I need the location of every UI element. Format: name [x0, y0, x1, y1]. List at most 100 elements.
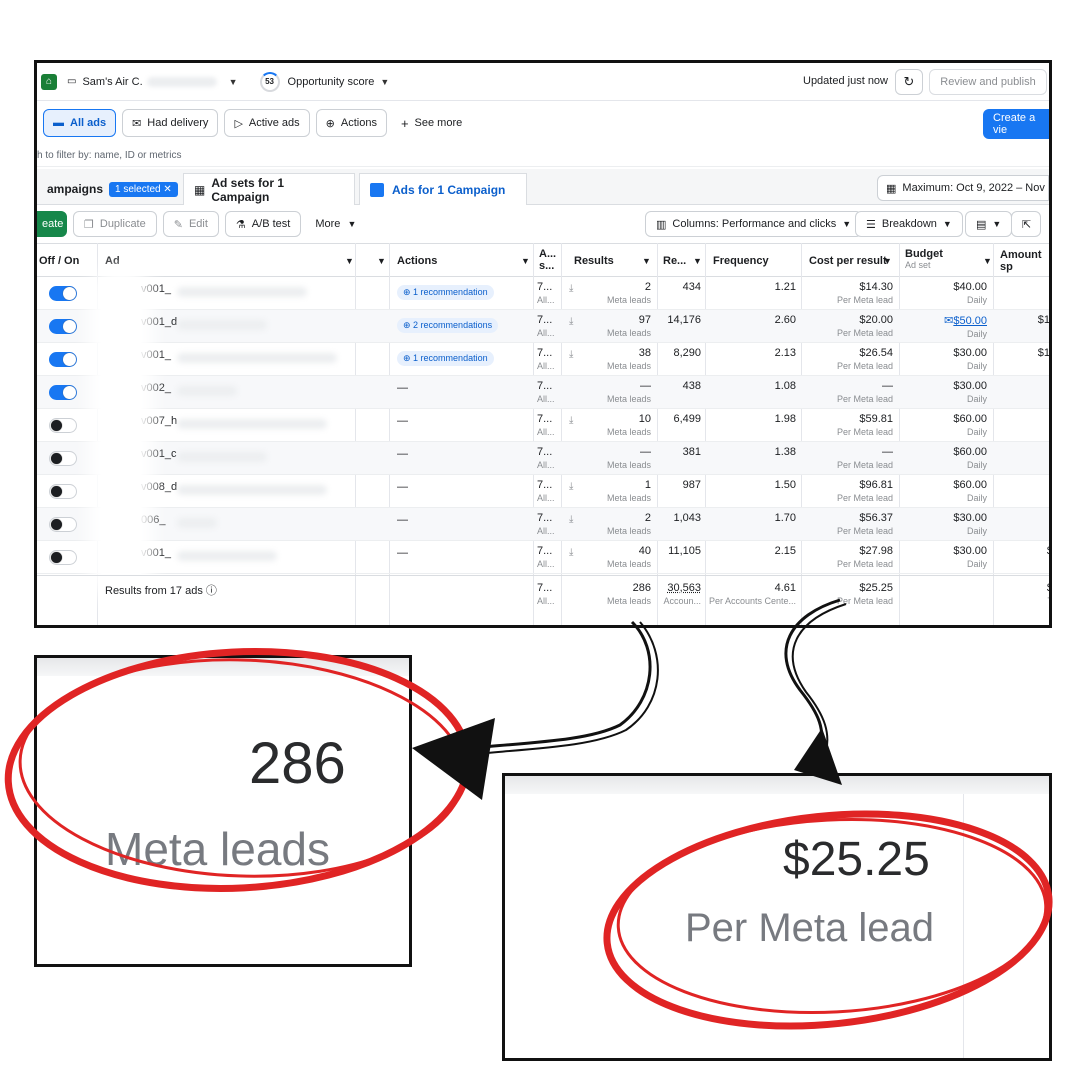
opportunity-score[interactable]: 53 Opportunity score ▼ — [259, 71, 389, 92]
actions-empty: — — [397, 481, 408, 493]
breakdown-dropdown[interactable]: ☰ Breakdown ▼ — [855, 211, 963, 237]
recommendation-badge[interactable]: ⊕ 2 recommendations — [397, 318, 499, 333]
ad-name[interactable]: v008_d — [141, 481, 177, 493]
col-cost-per-result[interactable]: Cost per result — [809, 244, 887, 277]
results-sub: Meta leads — [606, 427, 651, 437]
more-dropdown[interactable]: More ▼ — [315, 218, 356, 230]
col-budget[interactable]: Budget Ad set — [905, 244, 943, 277]
budget-sub: Daily — [966, 329, 987, 339]
date-range-picker[interactable]: ▦ Maximum: Oct 9, 2022 – Nov 9, — [877, 175, 1049, 201]
table-row[interactable]: v001_ —7... All... ⤓ 40 Meta leads 11,105 2.15 $… — [37, 541, 1049, 574]
tab-ads[interactable]: Ads for 1 Campaign — [359, 173, 527, 205]
search-input[interactable]: h to filter by: name, ID or metrics — [37, 145, 1049, 167]
chevron-down-icon[interactable]: ▼ — [521, 244, 530, 277]
ad-name[interactable]: v007_h — [141, 415, 177, 427]
chevron-down-icon: ▼ — [842, 219, 852, 229]
chevron-down-icon[interactable]: ▼ — [883, 244, 892, 277]
footer-reach: 30,563 Accoun... — [657, 582, 701, 606]
account-selector[interactable]: ▭ Sam's Air C. ▼ — [67, 76, 238, 88]
table-row[interactable]: v001_d ⊕ 2 recommendations 7... All... ⤓ 97 Me… — [37, 310, 1049, 343]
recommendation-badge[interactable]: ⊕ 1 recommendation — [397, 351, 494, 366]
create-view-button[interactable]: Create a vie — [983, 109, 1049, 139]
ad-toggle[interactable] — [49, 517, 77, 532]
ad-toggle[interactable] — [49, 286, 77, 301]
frequency-cell: 2.15 — [774, 545, 796, 557]
table-row[interactable]: v001_c — 7... All... — Meta leads 381 1.38 — Per … — [37, 442, 1049, 475]
ad-toggle[interactable] — [49, 451, 77, 466]
attr-sub: All... — [537, 526, 555, 536]
ad-toggle[interactable] — [49, 319, 77, 334]
ad-name[interactable]: v001_ — [141, 547, 171, 559]
ad-toggle[interactable] — [49, 550, 77, 565]
col-ad[interactable]: Ad — [105, 244, 120, 277]
filter-active-ads[interactable]: ▷ Active ads — [224, 109, 310, 137]
ad-toggle[interactable] — [49, 352, 77, 367]
filter-actions[interactable]: ⊕ Actions — [315, 109, 387, 137]
chevron-down-icon[interactable]: ▼ — [693, 244, 702, 277]
col-frequency[interactable]: Frequency — [713, 244, 769, 277]
table-row[interactable]: v007_h —7... All... ⤓ 10 Meta leads 6,499 1.98 $… — [37, 409, 1049, 442]
col-attribution[interactable]: A... s... — [539, 244, 556, 277]
ab-test-button[interactable]: ⚗ A/B test — [224, 211, 302, 237]
tab-ad-sets[interactable]: ▦ Ad sets for 1 Campaign — [183, 173, 355, 205]
cpr-value: $14.30 — [859, 281, 893, 293]
duplicate-button[interactable]: ❐ Duplicate — [73, 211, 157, 237]
col-amount-spent[interactable]: Amount sp — [1000, 244, 1049, 277]
zoom-header-strip — [37, 658, 409, 676]
table-row[interactable]: 006_ —7... All... ⤓ 2 Meta leads 1,043 1.70 $56.… — [37, 508, 1049, 541]
see-more-button[interactable]: + See more — [401, 116, 462, 131]
updated-status: Updated just now — [803, 75, 888, 87]
edit-button[interactable]: ✎ Edit — [162, 211, 219, 237]
chevron-down-icon[interactable]: ▼ — [983, 244, 992, 277]
ad-name[interactable]: v001_ — [141, 283, 171, 295]
columns-dropdown[interactable]: ▥ Columns: Performance and clicks ▼ — [645, 211, 863, 237]
chevron-down-icon[interactable]: ▼ — [345, 244, 354, 277]
chevron-down-icon[interactable]: ▼ — [377, 244, 386, 277]
close-icon[interactable]: ✕ — [163, 184, 171, 195]
table-row[interactable]: v001_ ⊕ 1 recommendation 7... All... ⤓ 38 Meta… — [37, 343, 1049, 376]
score-ring: 53 — [259, 71, 280, 92]
results-cell: — Meta leads — [567, 446, 651, 470]
ad-name[interactable]: v001_c — [141, 448, 176, 460]
ad-name[interactable]: v002_ — [141, 382, 171, 394]
export-button[interactable]: ⇱ — [1011, 211, 1041, 237]
footer-results: 286 Meta leads — [567, 582, 651, 606]
budget-value: $60.00 — [953, 446, 987, 458]
col-reach[interactable]: Re... — [663, 244, 686, 277]
ad-name[interactable]: 006_ — [141, 514, 165, 526]
ad-name[interactable]: v001_ — [141, 349, 171, 361]
filter-had-delivery[interactable]: ✉ Had delivery — [122, 109, 219, 137]
filter-label: All ads — [70, 117, 107, 129]
ad-toggle[interactable] — [49, 484, 77, 499]
selected-badge[interactable]: 1 selected ✕ — [109, 181, 178, 197]
recommendation-badge[interactable]: ⊕ 1 recommendation — [397, 285, 494, 300]
footer-attr-value: 7... — [537, 582, 553, 594]
results-value: 2 — [644, 281, 651, 293]
col-actions[interactable]: Actions — [397, 244, 437, 277]
create-button[interactable]: eate — [37, 211, 67, 237]
table-row[interactable]: v008_d —7... All... ⤓ 1 Meta leads 987 1.50 $96.… — [37, 475, 1049, 508]
refresh-button[interactable]: ↻ — [895, 69, 923, 95]
attribution-cell: 7... All... — [537, 545, 555, 569]
filter-all-ads[interactable]: ▬ All ads — [43, 109, 117, 137]
review-publish-button[interactable]: Review and publish — [929, 69, 1047, 95]
info-icon[interactable]: ⓘ — [206, 585, 217, 597]
filter-label: Active ads — [248, 117, 300, 129]
budget-cell[interactable]: ✉$50.00 Daily — [907, 314, 987, 339]
reports-dropdown[interactable]: ▤ ▼ — [965, 211, 1013, 237]
results-cell: 2 Meta leads — [567, 281, 651, 305]
col-results[interactable]: Results — [574, 244, 614, 277]
chevron-down-icon[interactable]: ▼ — [642, 244, 651, 277]
table-row[interactable]: v001_ ⊕ 1 recommendation 7... All... ⤓ 2 Meta … — [37, 277, 1049, 310]
ad-name[interactable]: v001_d — [141, 316, 177, 328]
tab-campaigns[interactable]: ampaigns 1 selected ✕ — [37, 173, 188, 205]
attr-value: 7... — [537, 512, 553, 524]
cpr-value: $20.00 — [859, 314, 893, 326]
col-off-on[interactable]: Off / On — [39, 244, 79, 277]
table-row[interactable]: v002_ — 7... All... — Meta leads 438 1.08 — Per M… — [37, 376, 1049, 409]
ad-toggle[interactable] — [49, 385, 77, 400]
ad-toggle[interactable] — [49, 418, 77, 433]
home-icon[interactable]: ⌂ — [41, 73, 57, 90]
results-value: 40 — [638, 545, 651, 557]
redacted-name — [177, 419, 327, 429]
